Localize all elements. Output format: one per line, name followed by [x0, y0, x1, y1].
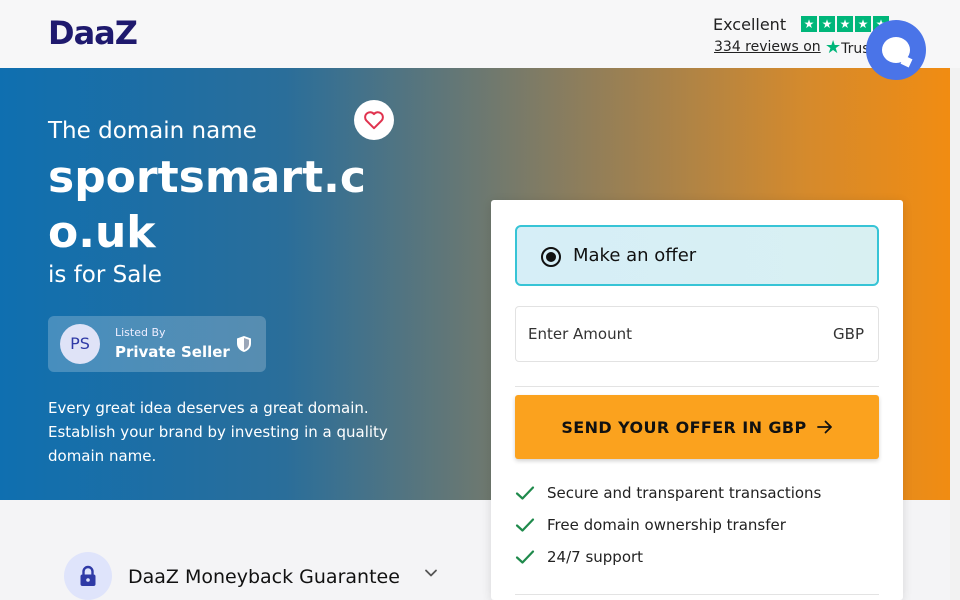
amount-input[interactable] [528, 307, 808, 361]
trustpilot-rating-text: Excellent [713, 15, 787, 34]
hero-suffix: is for Sale [48, 262, 162, 288]
star-icon: ★ [819, 16, 835, 32]
lock-icon-container [64, 552, 112, 600]
header: DaaZ Excellent ★ ★ ★ ★ ★ 334 reviews on … [0, 0, 960, 68]
send-offer-label: SEND YOUR OFFER IN GBP [561, 417, 807, 437]
feature-text: Secure and transparent transactions [547, 484, 822, 502]
check-icon [515, 550, 535, 564]
check-icon [515, 486, 535, 500]
seller-label: Listed By [115, 326, 166, 339]
moneyback-guarantee-accordion[interactable]: DaaZ Moneyback Guarantee [64, 552, 444, 600]
star-icon: ★ [801, 16, 817, 32]
shield-icon [237, 336, 251, 352]
radio-selected-icon[interactable] [541, 247, 561, 267]
domain-name: sportsmart.co.uk [48, 152, 366, 258]
send-offer-button[interactable]: SEND YOUR OFFER IN GBP [515, 395, 879, 459]
favorite-button[interactable] [354, 100, 394, 140]
trustpilot-reviews-link[interactable]: 334 reviews on [714, 39, 821, 55]
hero-intro: The domain name [48, 118, 257, 144]
divider [515, 594, 879, 595]
seller-name: Private Seller [115, 343, 230, 361]
chat-icon [882, 37, 910, 63]
trustpilot-star-icon: ★ [825, 37, 842, 58]
arrow-right-icon [816, 420, 832, 434]
daaz-logo[interactable]: DaaZ [48, 14, 138, 52]
heart-icon [364, 111, 384, 130]
chat-button[interactable] [866, 20, 926, 80]
feature-item: Secure and transparent transactions [515, 484, 821, 502]
offer-card: Make an offer GBP SEND YOUR OFFER IN GBP… [491, 200, 903, 600]
feature-text: 24/7 support [547, 548, 644, 566]
guarantee-title: DaaZ Moneyback Guarantee [128, 566, 400, 588]
seller-avatar: PS [60, 324, 100, 364]
check-icon [515, 518, 535, 532]
feature-item: Free domain ownership transfer [515, 516, 786, 534]
currency-label: GBP [833, 325, 864, 343]
make-offer-label: Make an offer [573, 245, 697, 266]
feature-item: 24/7 support [515, 548, 643, 566]
make-offer-option[interactable]: Make an offer [515, 225, 879, 286]
page-scrollbar[interactable] [950, 68, 960, 600]
divider [515, 386, 879, 387]
hero-description: Every great idea deserves a great domain… [48, 399, 388, 465]
star-icon: ★ [837, 16, 853, 32]
amount-field[interactable]: GBP [515, 306, 879, 362]
feature-text: Free domain ownership transfer [547, 516, 786, 534]
seller-badge: PS Listed By Private Seller [48, 316, 266, 372]
trustpilot-logo[interactable]: ★Trus [825, 37, 870, 58]
star-icon: ★ [855, 16, 871, 32]
lock-icon [80, 565, 96, 586]
chevron-down-icon[interactable] [424, 568, 438, 578]
